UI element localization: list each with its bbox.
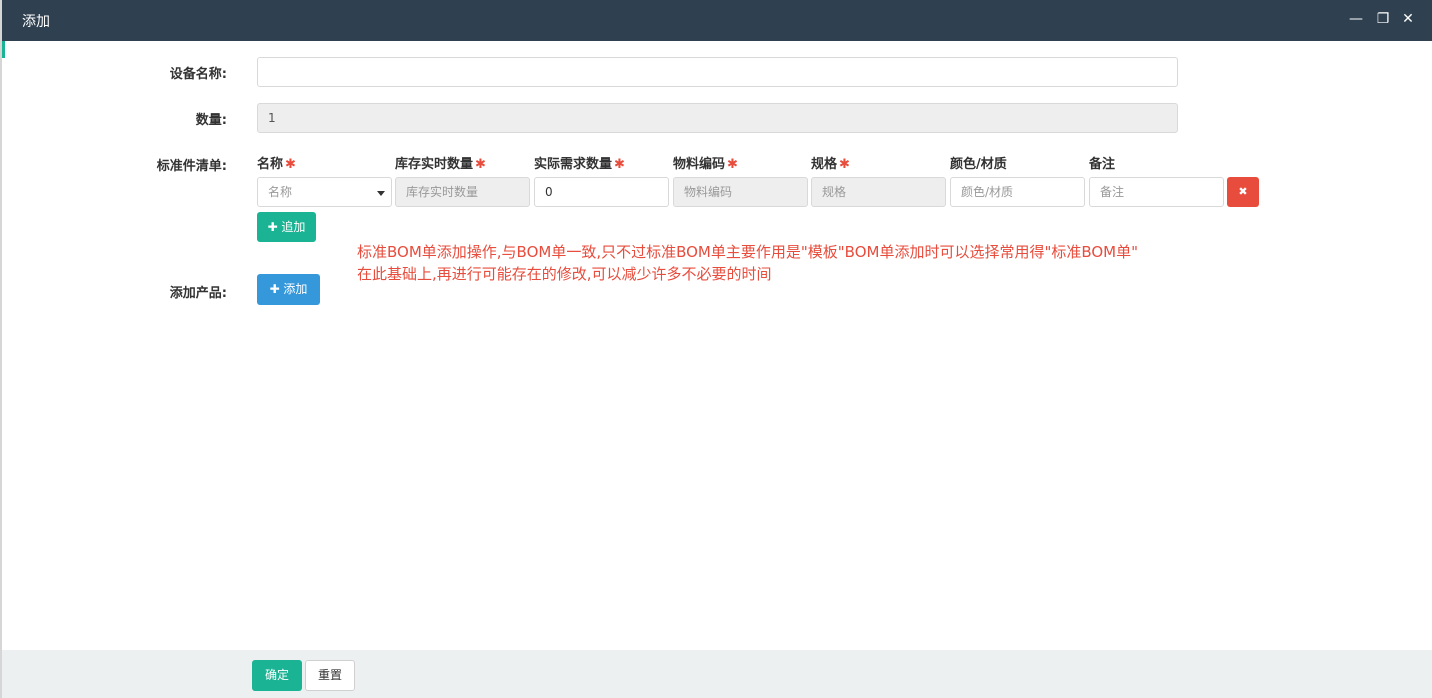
annotation-note: 标准BOM单添加操作,与BOM单一致,只不过标准BOM单主要作用是"模板"BOM… bbox=[357, 241, 1237, 285]
confirm-button[interactable]: 确定 bbox=[252, 660, 302, 691]
dialog-footer: 确定 重置 bbox=[2, 650, 1432, 698]
standard-parts-label: 标准件清单: bbox=[156, 159, 227, 174]
part-name-select[interactable]: 名称 bbox=[257, 177, 392, 207]
column-header-demand: 实际需求数量 ✱ bbox=[534, 157, 625, 172]
add-product-button[interactable]: ✚ 添加 bbox=[257, 274, 320, 305]
spec-placeholder: 规格 bbox=[822, 185, 847, 199]
minimize-icon[interactable]: — bbox=[1348, 10, 1364, 28]
column-header-remark: 备注 bbox=[1089, 157, 1116, 172]
column-header-code: 物料编码 ✱ bbox=[673, 157, 738, 172]
column-header-name: 名称 ✱ bbox=[257, 157, 296, 172]
remark-input[interactable]: 备注 bbox=[1089, 177, 1224, 207]
add-dialog: 添加 — ❐ ✕ 设备名称: 数量: 1 标准件清单: 名称 ✱ 库存实时数量 ✱ … bbox=[0, 0, 1432, 698]
stock-quantity-placeholder: 库存实时数量 bbox=[406, 185, 479, 199]
dialog-titlebar: 添加 — ❐ ✕ bbox=[2, 0, 1432, 41]
accent-strip bbox=[2, 41, 5, 58]
close-icon[interactable]: ✕ bbox=[1400, 10, 1416, 28]
device-name-label: 设备名称: bbox=[169, 67, 227, 82]
column-header-color: 颜色/材质 bbox=[950, 157, 1007, 172]
annotation-note-line-2: 在此基础上,再进行可能存在的修改,可以减少许多不必要的时间 bbox=[357, 265, 772, 283]
color-material-placeholder: 颜色/材质 bbox=[961, 185, 1014, 199]
add-row-button[interactable]: ✚ 追加 bbox=[257, 212, 316, 242]
column-header-spec: 规格 ✱ bbox=[811, 157, 850, 172]
spec-input[interactable]: 规格 bbox=[811, 177, 946, 207]
dialog-title: 添加 bbox=[22, 14, 50, 30]
quantity-label: 数量: bbox=[195, 113, 227, 128]
stock-quantity-input[interactable]: 库存实时数量 bbox=[395, 177, 530, 207]
column-header-stock: 库存实时数量 ✱ bbox=[395, 157, 486, 172]
annotation-note-line-1: 标准BOM单添加操作,与BOM单一致,只不过标准BOM单主要作用是"模板"BOM… bbox=[357, 243, 1139, 261]
remark-placeholder: 备注 bbox=[1100, 185, 1125, 199]
part-name-placeholder: 名称 bbox=[268, 185, 293, 199]
color-material-input[interactable]: 颜色/材质 bbox=[950, 177, 1085, 207]
reset-button[interactable]: 重置 bbox=[305, 660, 355, 691]
delete-icon: ✖ bbox=[1238, 185, 1248, 198]
add-product-label: 添加产品: bbox=[169, 286, 227, 301]
quantity-input[interactable]: 1 bbox=[257, 103, 1178, 133]
caret-down-icon bbox=[377, 191, 385, 196]
maximize-icon[interactable]: ❐ bbox=[1375, 10, 1391, 28]
delete-row-button[interactable]: ✖ bbox=[1227, 177, 1259, 207]
material-code-placeholder: 物料编码 bbox=[684, 185, 733, 199]
device-name-input[interactable] bbox=[257, 57, 1178, 87]
demand-quantity-input[interactable]: 0 bbox=[534, 177, 669, 207]
material-code-input[interactable]: 物料编码 bbox=[673, 177, 808, 207]
